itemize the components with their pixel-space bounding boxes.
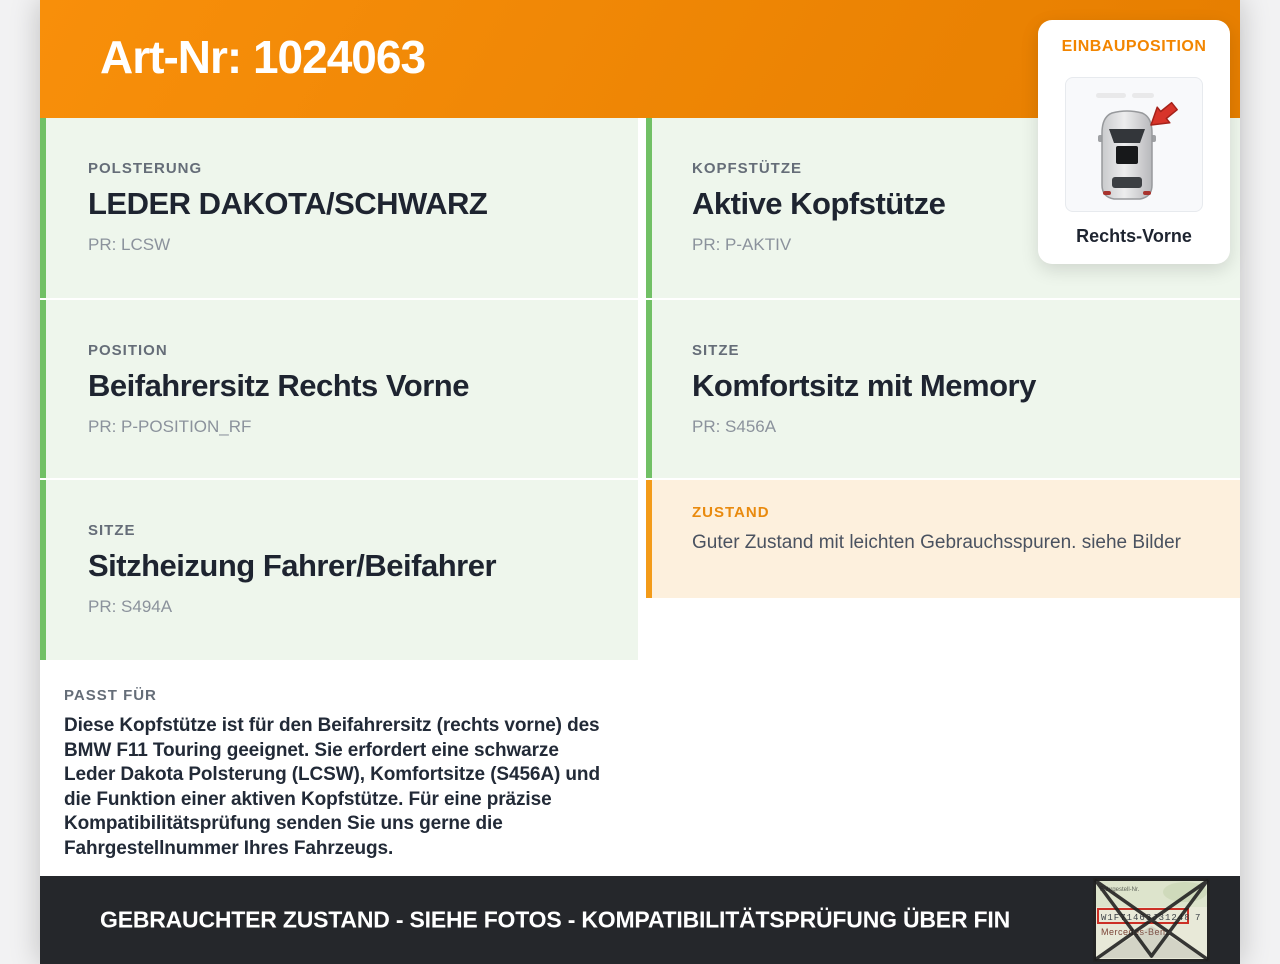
card-label: SITZE [692, 342, 740, 359]
card-label: POLSTERUNG [88, 160, 203, 177]
card-pr-code: PR: P-POSITION_RF [88, 417, 252, 436]
crossed-document-graphic: Fahrgestell-Nr. W1F71463J31248 7 Mercede… [1093, 878, 1210, 962]
footer-note: GEBRAUCHTER ZUSTAND - SIEHE FOTOS - KOMP… [100, 906, 1010, 933]
car-sunroof [1116, 145, 1138, 164]
card-pr-code: PR: LCSW [88, 235, 171, 254]
watermark-blur [1132, 92, 1154, 98]
zustand-text: Guter Zustand mit leichten Gebrauchsspur… [692, 532, 1181, 553]
card-title: Sitzheizung Fahrer/Beifahrer [88, 548, 497, 583]
card-pr-code: PR: S494A [88, 597, 173, 616]
card-passt-fuer: PASST FÜR Diese Kopfstütze ist für den B… [40, 662, 638, 876]
page-title: Art-Nr: 1024063 [100, 31, 426, 83]
car-top-view-image [1096, 92, 1178, 200]
passt-fuer-text: Diese Kopfstütze ist für den Beifahrersi… [64, 715, 600, 859]
card-label: SITZE [88, 522, 136, 539]
passt-fuer-label: PASST FÜR [64, 687, 157, 704]
page: Art-Nr: 1024063 POLSTERUNG LEDER DAKOTA/… [0, 0, 1280, 964]
card-polsterung: POLSTERUNG LEDER DAKOTA/SCHWARZ PR: LCSW [40, 118, 638, 298]
card-title: Beifahrersitz Rechts Vorne [88, 368, 469, 403]
content-panel: Art-Nr: 1024063 POLSTERUNG LEDER DAKOTA/… [40, 0, 1240, 964]
footer-bar: GEBRAUCHTER ZUSTAND - SIEHE FOTOS - KOMP… [40, 876, 1240, 964]
einbauposition-label: EINBAUPOSITION [1061, 38, 1207, 55]
red-arrow-icon [1150, 101, 1178, 126]
car-rear-window [1112, 176, 1142, 188]
card-sitzheizung: SITZE Sitzheizung Fahrer/Beifahrer PR: S… [40, 480, 638, 660]
watermark-blur [1096, 92, 1126, 98]
card-title: Komfortsitz mit Memory [692, 368, 1036, 403]
card-title: LEDER DAKOTA/SCHWARZ [88, 186, 488, 221]
card-position: POSITION Beifahrersitz Rechts Vorne PR: … [40, 300, 638, 478]
einbauposition-image-frame [1065, 77, 1203, 212]
registration-document-image: Fahrgestell-Nr. W1F71463J31248 7 Mercede… [1093, 878, 1210, 962]
car-taillight-left [1103, 190, 1111, 195]
car-taillight-right [1143, 190, 1151, 195]
einbauposition-card: EINBAUPOSITION Rechts-Vorne [1038, 20, 1230, 264]
card-label: POSITION [88, 342, 168, 359]
card-zustand: ZUSTAND Guter Zustand mit leichten Gebra… [646, 480, 1240, 598]
car-windshield [1109, 128, 1145, 143]
card-komfortsitz: SITZE Komfortsitz mit Memory PR: S456A [646, 300, 1240, 478]
zustand-label: ZUSTAND [692, 504, 770, 521]
einbauposition-caption: Rechts-Vorne [1076, 226, 1192, 246]
card-pr-code: PR: S456A [692, 417, 777, 436]
vin-suffix: 7 [1195, 913, 1200, 923]
